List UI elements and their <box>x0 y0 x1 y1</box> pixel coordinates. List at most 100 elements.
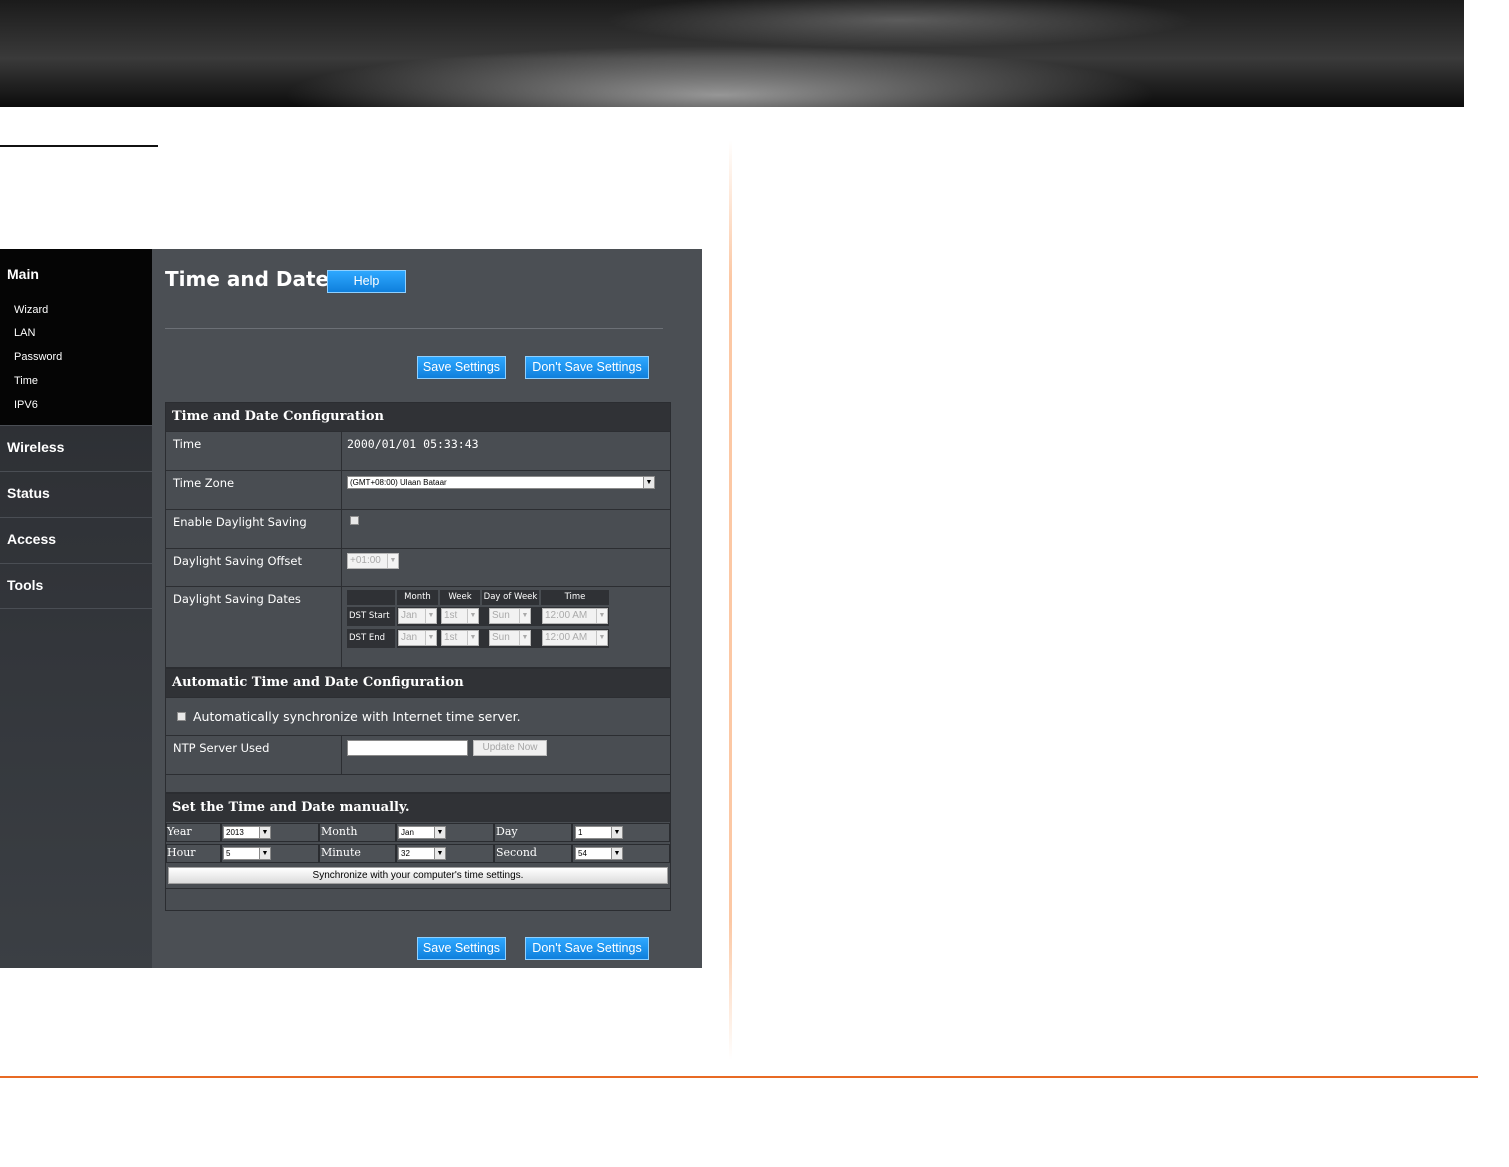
document-header-banner <box>0 0 1464 107</box>
dst-end-time-select[interactable]: 12:00 AM ▼ <box>542 630 608 646</box>
time-label: Time <box>173 437 202 451</box>
config-section-title: Time and Date Configuration <box>166 403 670 431</box>
sidebar-item-wireless[interactable]: Wireless <box>0 425 152 471</box>
sidebar-item-password[interactable]: Password <box>14 351 62 363</box>
save-settings-button-bottom[interactable]: Save Settings <box>417 937 506 960</box>
dst-start-day-select[interactable]: Sun ▼ <box>489 608 531 624</box>
month-value: Jan <box>401 828 414 837</box>
dst-end-week-select[interactable]: 1st ▼ <box>441 630 479 646</box>
page-title: Time and Date <box>165 267 330 291</box>
auto-sync-checkbox[interactable] <box>177 712 186 721</box>
ntp-server-input[interactable] <box>347 740 468 756</box>
second-value: 54 <box>578 849 587 858</box>
dst-dates-row: Daylight Saving Dates Month Week Day of … <box>166 586 670 668</box>
dst-start-time-value: 12:00 AM <box>545 610 588 621</box>
sidebar-status-label: Status <box>7 485 50 501</box>
ntp-row: NTP Server Used Update Now <box>166 735 670 774</box>
dst-start-time-select[interactable]: 12:00 AM ▼ <box>542 608 608 624</box>
hour-select[interactable]: 5 ▼ <box>223 847 271 860</box>
time-row: Time 2000/01/01 05:33:43 <box>166 431 670 470</box>
chevron-down-icon: ▼ <box>596 631 607 645</box>
chevron-down-icon: ▼ <box>519 631 530 645</box>
dst-header-month: Month <box>397 590 438 605</box>
sidebar-wireless-label: Wireless <box>7 439 65 455</box>
help-button[interactable]: Help <box>327 270 406 293</box>
footer-rule <box>0 1076 1478 1078</box>
sidebar-item-wizard[interactable]: Wizard <box>14 304 48 316</box>
dst-header-blank <box>347 590 395 605</box>
dst-end-month-select[interactable]: Jan ▼ <box>398 630 437 646</box>
minute-label: Minute <box>321 846 361 859</box>
timezone-select[interactable]: (GMT+08:00) Ulaan Bataar ▼ <box>347 476 655 489</box>
sync-computer-time-button[interactable]: Synchronize with your computer's time se… <box>168 867 668 884</box>
auto-spacer-row <box>166 774 670 793</box>
hour-value: 5 <box>226 849 231 858</box>
year-label: Year <box>167 825 192 838</box>
dst-dates-label: Daylight Saving Dates <box>173 592 301 606</box>
dst-end-day-select[interactable]: Sun ▼ <box>489 630 531 646</box>
chevron-down-icon: ▼ <box>434 827 445 838</box>
time-date-config-panel: Time and Date Configuration Time 2000/01… <box>165 402 671 668</box>
dont-save-settings-button-top[interactable]: Don't Save Settings <box>525 356 649 379</box>
day-select[interactable]: 1 ▼ <box>575 826 623 839</box>
dst-table: Month Week Day of Week Time DST Start Ja… <box>347 590 609 652</box>
save-settings-button-top[interactable]: Save Settings <box>417 356 506 379</box>
sidebar-item-lan[interactable]: LAN <box>14 327 35 339</box>
dont-save-settings-button-bottom[interactable]: Don't Save Settings <box>525 937 649 960</box>
offset-row: Daylight Saving Offset +01:00 ▼ <box>166 548 670 586</box>
dst-end-time-value: 12:00 AM <box>545 632 588 643</box>
day-label: Day <box>496 825 518 838</box>
sidebar-tools-label: Tools <box>7 577 44 593</box>
chevron-down-icon: ▼ <box>425 609 436 623</box>
dst-header-day-of-week: Day of Week <box>482 590 539 605</box>
column-divider <box>729 140 732 1060</box>
sidebar: Main Wizard LAN Password Time IPV6 Wirel… <box>0 249 160 968</box>
sidebar-item-ipv6[interactable]: IPV6 <box>14 399 38 411</box>
month-label: Month <box>321 825 358 838</box>
auto-config-panel: Automatic Time and Date Configuration Au… <box>165 668 671 793</box>
timezone-row: Time Zone (GMT+08:00) Ulaan Bataar ▼ <box>166 470 670 509</box>
sidebar-access-label: Access <box>7 531 57 547</box>
second-select[interactable]: 54 ▼ <box>575 847 623 860</box>
ntp-label: NTP Server Used <box>173 741 270 755</box>
chevron-down-icon: ▼ <box>467 609 478 623</box>
sidebar-item-access[interactable]: Access <box>0 517 152 563</box>
main-content: Time and Date Help Save Settings Don't S… <box>152 249 702 968</box>
dst-start-week-value: 1st <box>444 610 458 621</box>
sidebar-item-tools[interactable]: Tools <box>0 563 152 609</box>
minute-select[interactable]: 32 ▼ <box>398 847 446 860</box>
day-value: 1 <box>578 828 583 837</box>
chevron-down-icon: ▼ <box>611 848 622 859</box>
update-now-button[interactable]: Update Now <box>473 740 547 756</box>
dst-header-time: Time <box>541 590 609 605</box>
month-select[interactable]: Jan ▼ <box>398 826 446 839</box>
second-label: Second <box>496 846 537 859</box>
offset-label: Daylight Saving Offset <box>173 554 302 568</box>
dst-start-week-select[interactable]: 1st ▼ <box>441 608 479 624</box>
timezone-selected-value: (GMT+08:00) Ulaan Bataar <box>350 478 447 487</box>
dst-end-month-value: Jan <box>401 632 418 643</box>
dst-start-label: DST Start <box>347 607 395 626</box>
auto-sync-row: Automatically synchronize with Internet … <box>166 697 670 735</box>
chevron-down-icon: ▼ <box>596 609 607 623</box>
sidebar-item-time[interactable]: Time <box>14 375 38 387</box>
dst-header-week: Week <box>440 590 480 605</box>
chevron-down-icon: ▼ <box>467 631 478 645</box>
daylight-saving-checkbox[interactable] <box>350 516 359 525</box>
dst-start-day-value: Sun <box>492 610 510 621</box>
auto-section-title: Automatic Time and Date Configuration <box>166 669 670 697</box>
timezone-label: Time Zone <box>173 476 235 490</box>
offset-select[interactable]: +01:00 ▼ <box>347 553 399 569</box>
sidebar-item-status[interactable]: Status <box>0 471 152 517</box>
chevron-down-icon: ▼ <box>519 609 530 623</box>
sidebar-main-heading[interactable]: Main <box>7 266 39 282</box>
offset-selected-value: +01:00 <box>350 555 381 566</box>
daylight-saving-label: Enable Daylight Saving <box>173 515 307 529</box>
chevron-down-icon: ▼ <box>425 631 436 645</box>
manual-section-title: Set the Time and Date manually. <box>166 794 670 822</box>
minute-value: 32 <box>401 849 410 858</box>
dst-start-month-select[interactable]: Jan ▼ <box>398 608 437 624</box>
year-select[interactable]: 2013 ▼ <box>223 826 271 839</box>
dst-start-month-value: Jan <box>401 610 418 621</box>
dst-end-week-value: 1st <box>444 632 458 643</box>
